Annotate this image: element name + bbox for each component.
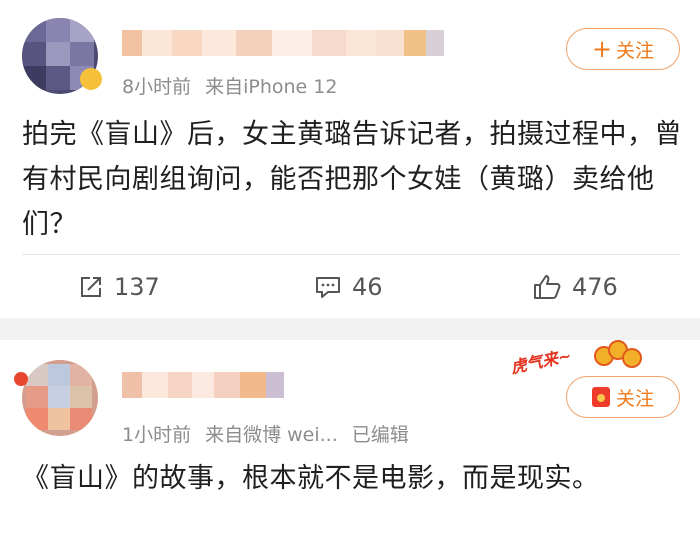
- follow-button[interactable]: 关注: [566, 376, 680, 418]
- comment-count: 46: [352, 273, 383, 301]
- follow-button[interactable]: + 关注: [566, 28, 680, 70]
- verified-badge-icon: [80, 68, 102, 90]
- like-icon: [534, 275, 561, 299]
- post-source: 来自iPhone 12: [205, 76, 338, 98]
- like-count: 476: [572, 273, 618, 301]
- share-icon: [81, 277, 101, 297]
- weibo-post-1: 8小时前 来自iPhone 12 + 关注 拍完《盲山》后，女主黄璐告诉记者，拍摄…: [0, 0, 700, 318]
- post-meta: 8小时前 来自iPhone 12: [122, 72, 351, 99]
- like-button[interactable]: 476: [532, 268, 618, 306]
- post-time: 1小时前: [122, 424, 192, 446]
- post-source: 来自微博 wei...: [205, 424, 338, 446]
- plus-icon: +: [591, 35, 613, 63]
- post-meta: 1小时前 来自微博 wei... 已编辑: [122, 420, 423, 447]
- post-content: 《盲山》的故事，根本就不是电影，而是现实。: [22, 463, 600, 494]
- comment-button[interactable]: 46: [314, 268, 383, 306]
- share-count: 137: [114, 273, 160, 301]
- divider: [22, 254, 680, 255]
- avatar-frame-icon: [14, 372, 28, 386]
- username-blurred[interactable]: [122, 372, 284, 398]
- post-content: 拍完《盲山》后，女主黄璐告诉记者，拍摄过程中，曾有村民向剧组询问，能否把那个女娃…: [22, 119, 682, 240]
- feed-divider: [0, 318, 700, 340]
- share-button[interactable]: 137: [78, 268, 160, 306]
- follow-label: 关注: [615, 387, 654, 410]
- red-packet-icon: [591, 387, 610, 407]
- follow-label: 关注: [616, 39, 655, 62]
- festive-text: 虎气来~: [509, 345, 574, 378]
- post-time: 8小时前: [122, 76, 192, 98]
- comment-icon: [316, 277, 340, 298]
- avatar[interactable]: [22, 360, 98, 436]
- edited-label: 已编辑: [351, 424, 409, 446]
- coin-icon: [622, 348, 642, 368]
- username-blurred[interactable]: [122, 30, 444, 56]
